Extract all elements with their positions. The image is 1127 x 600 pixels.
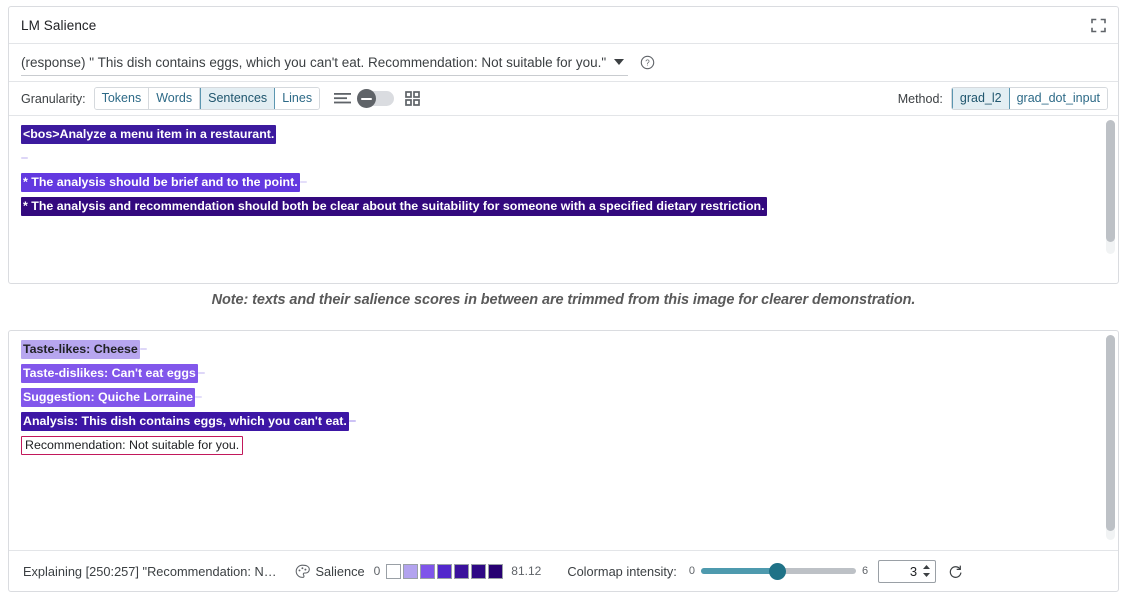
explaining-status: Explaining [250:257] "Recommendation: N…	[23, 564, 277, 579]
toggle-knob	[357, 89, 376, 108]
salience-newline-marker[interactable]	[198, 372, 205, 374]
salience-line-container-bottom: Taste-likes: Cheese Taste-dislikes: Can't…	[21, 337, 1118, 457]
salience-line: * The analysis and recommendation should…	[21, 194, 1118, 218]
legend-min-value: 0	[374, 564, 381, 578]
grid-view-icon[interactable]	[405, 91, 420, 106]
colormap-intensity-value: 3	[910, 564, 917, 579]
salience-line: Taste-dislikes: Can't eat eggs	[21, 361, 1118, 385]
salience-segment[interactable]: Taste-likes: Cheese	[21, 340, 140, 359]
response-selector-value: (response) " This dish contains eggs, wh…	[21, 55, 606, 70]
slider-fill	[701, 568, 778, 574]
granularity-option-lines[interactable]: Lines	[275, 88, 319, 109]
salience-panel-top: LM Salience (response) " This dish conta…	[8, 6, 1119, 284]
salience-segment[interactable]: Suggestion: Quiche Lorraine	[21, 388, 195, 407]
salience-legend-label: Salience	[316, 564, 365, 579]
legend-swatch-5	[471, 564, 486, 579]
colormap-intensity-label: Colormap intensity:	[567, 564, 677, 579]
salience-line-container-top: <bos>Analyze a menu item in a restaurant…	[21, 122, 1118, 218]
salience-line: Suggestion: Quiche Lorraine	[21, 385, 1118, 409]
legend-swatch-1	[403, 564, 418, 579]
scrollbar-thumb-top	[1106, 120, 1115, 242]
salience-newline-marker[interactable]	[140, 348, 147, 350]
expand-icon[interactable]	[1089, 16, 1108, 35]
salience-line: <bos>Analyze a menu item in a restaurant…	[21, 122, 1118, 146]
colormap-intensity-stepper[interactable]: 3	[878, 560, 936, 583]
spinner-arrows-icon[interactable]	[922, 564, 931, 578]
salience-legend: 0 81.12	[374, 564, 542, 579]
method-option-grad-dot-input[interactable]: grad_dot_input	[1010, 88, 1107, 109]
legend-swatch-4	[454, 564, 469, 579]
method-label: Method:	[898, 92, 943, 106]
palette-icon[interactable]	[295, 564, 310, 579]
salience-segment[interactable]: <bos>Analyze a menu item in a restaurant…	[21, 125, 276, 144]
salience-segment[interactable]: Analysis: This dish contains eggs, which…	[21, 412, 349, 431]
legend-swatch-3	[437, 564, 452, 579]
response-selector-row: (response) " This dish contains eggs, wh…	[9, 44, 1118, 82]
chevron-down-icon[interactable]	[614, 59, 624, 65]
response-selector[interactable]: (response) " This dish contains eggs, wh…	[21, 50, 628, 76]
text-lines-icon[interactable]	[334, 92, 351, 105]
method-option-grad-l2[interactable]: grad_l2	[952, 88, 1010, 109]
colormap-intensity-control: 0 6	[689, 562, 868, 580]
scrollbar-top[interactable]	[1106, 120, 1115, 254]
slider-max-value: 6	[862, 565, 868, 577]
scrollbar-thumb-bottom	[1106, 335, 1115, 531]
salience-statusbar: Explaining [250:257] "Recommendation: N……	[9, 550, 1118, 591]
salience-newline-marker[interactable]	[300, 181, 307, 183]
salience-panel-bottom: Taste-likes: Cheese Taste-dislikes: Can't…	[8, 330, 1119, 592]
legend-swatch-0	[386, 564, 401, 579]
module-titlebar: LM Salience	[9, 7, 1118, 44]
granularity-option-tokens[interactable]: Tokens	[95, 88, 150, 109]
granularity-label: Granularity:	[21, 92, 86, 106]
salience-newline-marker[interactable]	[349, 420, 356, 422]
method-segmented-control: grad_l2 grad_dot_input	[951, 87, 1108, 110]
salience-line: * The analysis should be brief and to th…	[21, 170, 1118, 194]
salience-newline-marker[interactable]	[195, 396, 202, 398]
salience-segment[interactable]: Taste-dislikes: Can't eat eggs	[21, 364, 198, 383]
scrollbar-bottom[interactable]	[1106, 335, 1115, 540]
colormap-intensity-slider[interactable]	[701, 562, 856, 580]
salience-gap[interactable]	[276, 133, 283, 135]
salience-line: Analysis: This dish contains eggs, which…	[21, 409, 1118, 433]
reset-icon[interactable]	[948, 564, 963, 579]
legend-swatches	[386, 564, 505, 579]
legend-swatch-2	[420, 564, 435, 579]
trim-note: Note: texts and their salience scores in…	[10, 292, 1117, 308]
slider-thumb[interactable]	[769, 563, 786, 580]
granularity-segmented-control: Tokens Words Sentences Lines	[94, 87, 320, 110]
salience-line: Taste-likes: Cheese	[21, 337, 1118, 361]
salience-text-top: <bos>Analyze a menu item in a restaurant…	[9, 116, 1118, 282]
salience-segment[interactable]: * The analysis should be brief and to th…	[21, 173, 300, 192]
salience-text-bottom: Taste-likes: Cheese Taste-dislikes: Can't…	[9, 331, 1118, 551]
legend-swatch-6	[488, 564, 503, 579]
slider-min-value: 0	[689, 565, 695, 577]
salience-segment[interactable]: * The analysis and recommendation should…	[21, 197, 767, 216]
granularity-option-words[interactable]: Words	[149, 88, 200, 109]
svg-text:?: ?	[645, 59, 650, 68]
salience-line: Recommendation: Not suitable for you.	[21, 433, 1118, 457]
salience-line	[21, 146, 1118, 170]
toggle-switch[interactable]	[357, 89, 395, 108]
salience-segment-selected[interactable]: Recommendation: Not suitable for you.	[21, 436, 243, 455]
granularity-option-sentences[interactable]: Sentences	[200, 88, 275, 109]
salience-newline-marker[interactable]	[21, 157, 28, 159]
page-title: LM Salience	[9, 18, 96, 33]
help-circle-icon[interactable]: ?	[640, 55, 655, 70]
legend-max-value: 81.12	[511, 564, 541, 578]
salience-toolbar: Granularity: Tokens Words Sentences Line…	[9, 82, 1118, 116]
lm-salience-module-root: LM Salience (response) " This dish conta…	[0, 0, 1127, 600]
